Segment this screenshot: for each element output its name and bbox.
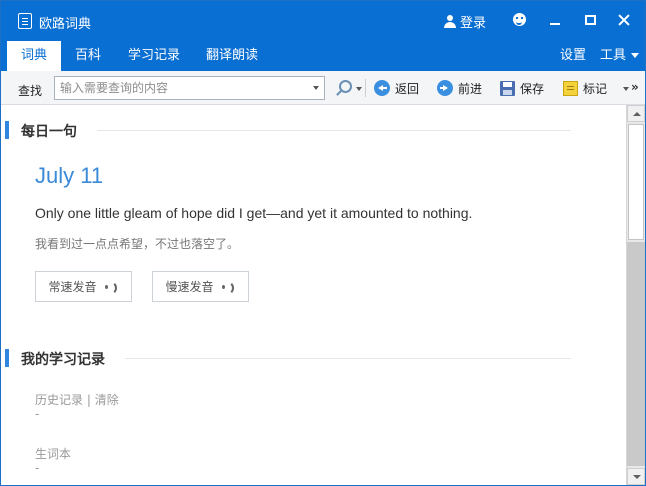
maximize-button[interactable] [579, 9, 601, 31]
login-label: 登录 [460, 16, 487, 31]
feedback-smiley-icon[interactable] [509, 9, 531, 31]
mark-label: 标记 [583, 81, 608, 96]
search-combobox[interactable] [54, 76, 325, 100]
scrollbar-thumb[interactable] [628, 124, 644, 240]
tab-translate-read[interactable]: 翻译朗读 [199, 41, 265, 71]
slow-speed-audio-button[interactable]: 慢速发音 [152, 271, 249, 302]
search-input[interactable] [55, 77, 307, 99]
toolbar: 查找 返回 前进 保存 标记 » [1, 71, 645, 105]
history-separator: | [86, 393, 91, 407]
normal-speed-label: 常速发音 [48, 280, 97, 294]
title-bar: 欧路词典 登录 [1, 1, 645, 41]
vertical-scrollbar[interactable] [626, 105, 645, 485]
history-link[interactable]: 历史记录 [35, 393, 83, 407]
dictionary-app-icon [18, 13, 32, 29]
scrollbar-lower-track[interactable] [627, 242, 645, 466]
section-accent-bar [5, 349, 9, 367]
tab-bar: 词典 百科 学习记录 翻译朗读 设置 工具 [1, 41, 645, 71]
section-divider [97, 130, 571, 131]
back-arrow-icon [374, 80, 390, 96]
study-records-title: 我的学习记录 [21, 352, 105, 368]
scroll-down-arrow-icon[interactable] [627, 468, 645, 485]
save-button[interactable]: 保存 [500, 71, 544, 105]
floppy-disk-icon [500, 80, 515, 96]
daily-sentence-header: 每日一句 [1, 121, 601, 141]
close-button[interactable] [613, 9, 635, 31]
slow-speed-label: 慢速发音 [165, 280, 214, 294]
tools-label: 工具 [600, 48, 627, 63]
app-title: 欧路词典 [39, 17, 92, 32]
tools-menu[interactable]: 工具 [600, 41, 640, 71]
main-content: 每日一句 July 11 Only one little gleam of ho… [1, 105, 625, 485]
minimize-button[interactable] [544, 9, 566, 31]
sticky-note-icon [563, 80, 578, 96]
save-label: 保存 [520, 81, 545, 96]
back-button[interactable]: 返回 [374, 71, 419, 105]
normal-speed-audio-button[interactable]: 常速发音 [35, 271, 132, 302]
back-label: 返回 [395, 81, 420, 96]
settings-button[interactable]: 设置 [560, 41, 586, 71]
daily-sentence-chinese: 我看到过一点点希望，不过也落空了。 [35, 237, 240, 251]
section-divider [125, 358, 571, 359]
lookup-search-icon[interactable] [335, 80, 353, 98]
tab-dictionary[interactable]: 词典 [7, 41, 61, 71]
lookup-options-caret-icon[interactable] [356, 87, 362, 91]
tab-encyclopedia[interactable]: 百科 [65, 41, 111, 71]
daily-sentence-english: Only one little gleam of hope did I get—… [35, 205, 473, 221]
scroll-up-arrow-icon[interactable] [627, 105, 645, 122]
chevron-down-icon [631, 53, 640, 58]
toolbar-overflow-chevron[interactable]: » [631, 80, 639, 94]
speaker-icon [221, 280, 236, 295]
find-label: 查找 [18, 84, 43, 98]
forward-label: 前进 [458, 81, 483, 96]
forward-arrow-icon [437, 80, 453, 96]
mark-options-caret-icon[interactable] [623, 87, 629, 91]
forward-button[interactable]: 前进 [437, 71, 482, 105]
section-accent-bar [5, 121, 9, 139]
search-history-dropdown-icon[interactable] [313, 86, 319, 90]
mark-button[interactable]: 标记 [563, 71, 607, 105]
login-button[interactable]: 登录 [444, 12, 486, 31]
daily-date: July 11 [35, 163, 104, 188]
user-icon [444, 15, 456, 28]
tab-study-records[interactable]: 学习记录 [121, 41, 187, 71]
clear-history-link[interactable]: 清除 [95, 393, 119, 407]
wordbook-empty-value: - [35, 461, 40, 475]
history-row: 历史记录 | 清除 [35, 391, 119, 408]
daily-sentence-title: 每日一句 [21, 124, 77, 140]
wordbook-link[interactable]: 生词本 [35, 445, 71, 462]
study-records-header: 我的学习记录 [1, 349, 601, 369]
history-empty-value: - [35, 407, 40, 421]
toolbar-divider [365, 79, 366, 97]
app-window: 欧路词典 登录 词典 百科 学习记录 翻译朗读 设置 工具 查找 返回 [0, 0, 646, 486]
speaker-icon [104, 280, 119, 295]
